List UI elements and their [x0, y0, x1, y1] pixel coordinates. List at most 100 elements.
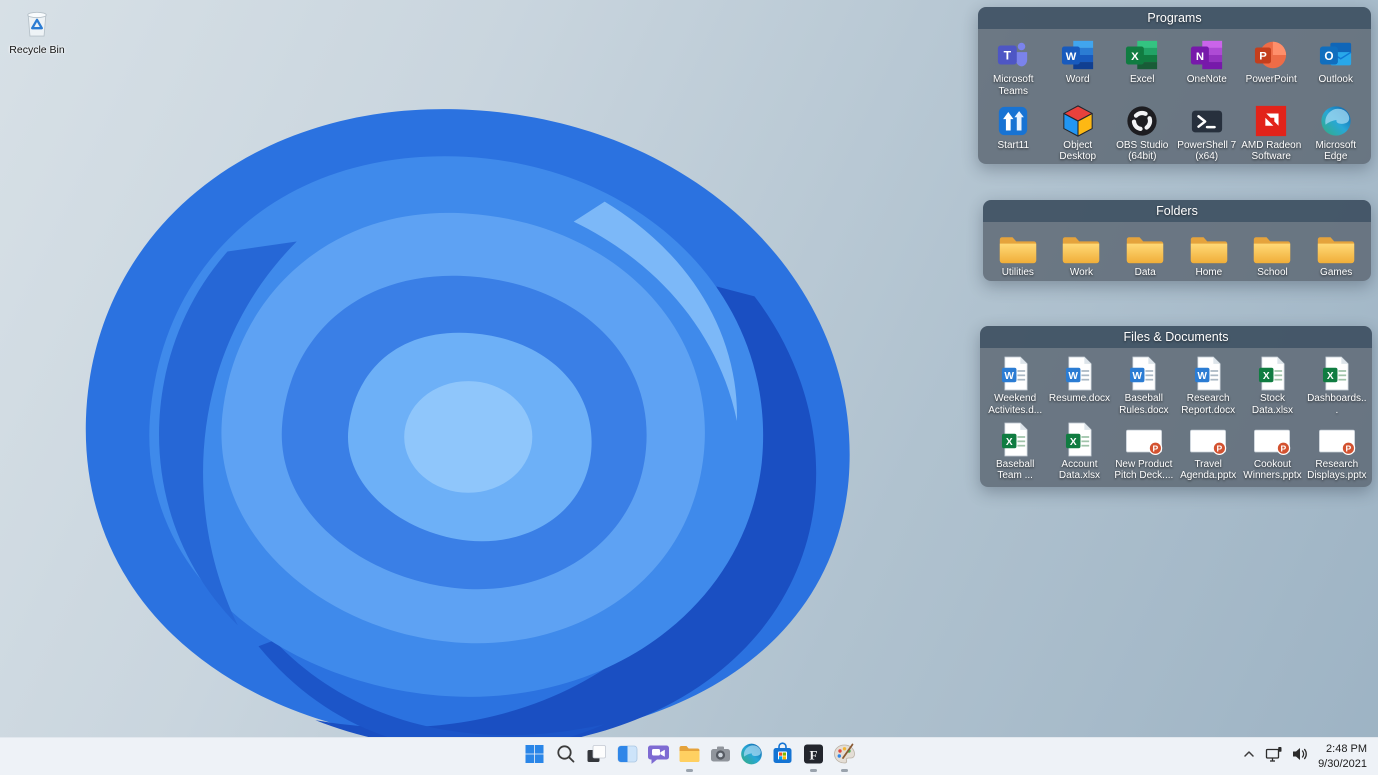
svg-text:W: W	[1004, 371, 1014, 382]
desktop-icon-school[interactable]: School	[1241, 227, 1305, 281]
icon-label: Word	[1065, 74, 1090, 85]
pptdoc-icon: P	[1189, 421, 1227, 457]
desktop-icon-account-data-xlsx[interactable]: X Account Data.xlsx	[1047, 419, 1111, 485]
system-tray: 2:48 PM 9/30/2021	[1237, 738, 1374, 775]
pptdoc-icon: P	[1253, 421, 1291, 457]
start-icon	[522, 742, 546, 771]
desktop-icon-obs-studio-64bit[interactable]: OBS Studio (64bit)	[1110, 100, 1175, 164]
fence-folders: Folders Utilities Work Data Home School Games	[983, 200, 1371, 281]
edge-icon	[739, 742, 763, 771]
desktop-icon-games[interactable]: Games	[1304, 227, 1368, 281]
fence-files-header[interactable]: Files & Documents	[980, 326, 1372, 348]
icon-label: Dashboards...	[1307, 393, 1367, 416]
desktop-icon-object-desktop[interactable]: Object Desktop	[1046, 100, 1111, 164]
icon-label: Games	[1320, 267, 1353, 278]
pptdoc-icon: P	[1125, 421, 1163, 457]
desktop-icon-work[interactable]: Work	[1050, 227, 1114, 281]
taskbar-chat-button[interactable]	[643, 740, 674, 773]
icon-label: Resume.docx	[1048, 393, 1111, 404]
taskbar-file-explorer-button[interactable]	[674, 740, 705, 773]
desktop-icon-powerpoint[interactable]: P PowerPoint	[1239, 34, 1304, 100]
objectdesktop-icon	[1061, 102, 1095, 138]
desktop-icon-microsoft-edge[interactable]: Microsoft Edge	[1304, 100, 1369, 164]
tray-time: 2:48 PM	[1326, 743, 1367, 756]
desktop-icon-cookout-winners-pptx[interactable]: P Cookout Winners.pptx	[1240, 419, 1304, 485]
fence-programs-header[interactable]: Programs	[978, 7, 1371, 29]
icon-label: OBS Studio (64bit)	[1116, 139, 1169, 163]
icon-label: Data	[1134, 267, 1156, 278]
desktop-icon-powershell-7-x64[interactable]: PowerShell 7 (x64)	[1175, 100, 1240, 164]
desktop-icon-onenote[interactable]: N OneNote	[1175, 34, 1240, 100]
desktop-icon-start11[interactable]: Start11	[981, 100, 1046, 164]
icon-label: Microsoft Teams	[992, 74, 1034, 97]
tray-clock[interactable]: 2:48 PM 9/30/2021	[1313, 742, 1374, 771]
taskbar-camera-button[interactable]	[705, 740, 736, 773]
desktop-icon-home[interactable]: Home	[1177, 227, 1241, 281]
desktop-icon-utilities[interactable]: Utilities	[986, 227, 1050, 281]
recycle-bin-label: Recycle Bin	[9, 44, 65, 56]
desktop-icon-research-displays-pptx[interactable]: P Research Displays.pptx	[1305, 419, 1369, 485]
desktop-icon-data[interactable]: Data	[1113, 227, 1177, 281]
svg-text:P: P	[1217, 443, 1223, 453]
taskbar-search-button[interactable]	[550, 740, 581, 773]
svg-text:W: W	[1197, 371, 1207, 382]
desktop-icon-microsoft-teams[interactable]: T Microsoft Teams	[981, 34, 1046, 100]
desktop-icon-outlook[interactable]: O Outlook	[1304, 34, 1369, 100]
desktop-icon-baseball-rules-docx[interactable]: W Baseball Rules.docx	[1112, 353, 1176, 419]
store-icon	[770, 742, 794, 771]
running-indicator	[809, 769, 817, 772]
running-indicator	[685, 769, 693, 772]
fence-files-title: Files & Documents	[1123, 330, 1229, 344]
folder-icon	[1189, 229, 1229, 265]
file-explorer-icon	[677, 742, 701, 771]
taskbar-task-view-button[interactable]	[581, 740, 612, 773]
svg-text:P: P	[1345, 443, 1351, 453]
desktop-icon-weekend-activites-d[interactable]: W Weekend Activites.d...	[983, 353, 1047, 419]
desktop-icon-resume-docx[interactable]: W Resume.docx	[1047, 353, 1111, 419]
fence-files-grid: W Weekend Activites.d... W Resume.docx W Base…	[980, 348, 1372, 486]
search-icon	[553, 742, 577, 771]
tray-overflow-button[interactable]	[1237, 742, 1261, 772]
taskbar-edge-button[interactable]	[736, 740, 767, 773]
icon-label: Outlook	[1318, 74, 1353, 85]
fence-folders-header[interactable]: Folders	[983, 200, 1371, 222]
icon-label: New Product Pitch Deck....	[1114, 458, 1174, 482]
recycle-bin[interactable]: Recycle Bin	[4, 6, 70, 56]
desktop-icon-excel[interactable]: X Excel	[1110, 34, 1175, 100]
icon-label: Home	[1195, 267, 1223, 278]
desktop-icon-word[interactable]: W Word	[1046, 34, 1111, 100]
desktop-icon-travel-agenda-pptx[interactable]: P Travel Agenda.pptx	[1176, 419, 1240, 485]
icon-label: Research Report.docx	[1181, 393, 1236, 416]
pptdoc-icon: P	[1318, 421, 1356, 457]
chevron-up-icon	[1241, 746, 1257, 767]
desktop-icon-dashboards[interactable]: X Dashboards...	[1305, 353, 1369, 419]
volume-icon	[1291, 746, 1309, 767]
camera-icon	[708, 742, 732, 771]
svg-text:P: P	[1152, 443, 1158, 453]
desktop-icon-amd-radeon-software[interactable]: AMD Radeon Software	[1239, 100, 1304, 164]
desktop-icon-new-product-pitch-deck[interactable]: P New Product Pitch Deck....	[1112, 419, 1176, 485]
icon-label: Work	[1069, 267, 1094, 278]
fence-folders-title: Folders	[1156, 204, 1198, 218]
fence-files: Files & Documents W Weekend Activites.d..…	[980, 326, 1372, 487]
taskbar-store-button[interactable]	[767, 740, 798, 773]
icon-label: Research Displays.pptx	[1307, 458, 1367, 482]
taskbar-start-button[interactable]	[519, 740, 550, 773]
icon-label: Excel	[1130, 74, 1155, 85]
taskbar-fences-button[interactable]: F	[798, 740, 829, 773]
exceldoc-icon: X	[1065, 421, 1094, 457]
svg-text:T: T	[1004, 49, 1012, 63]
volume-button[interactable]	[1287, 742, 1313, 772]
icon-label: Microsoft Edge	[1315, 139, 1357, 163]
icon-label: Travel Agenda.pptx	[1180, 458, 1237, 482]
desktop-icon-stock-data-xlsx[interactable]: X Stock Data.xlsx	[1240, 353, 1304, 419]
teams-icon: T	[996, 36, 1030, 72]
desktop-icon-baseball-team[interactable]: X Baseball Team ...	[983, 419, 1047, 485]
taskbar-palette-button[interactable]	[829, 740, 860, 773]
powerpoint-icon: P	[1254, 36, 1288, 72]
network-button[interactable]	[1261, 742, 1287, 772]
desktop-icon-research-report-docx[interactable]: W Research Report.docx	[1176, 353, 1240, 419]
taskbar-widgets-button[interactable]	[612, 740, 643, 773]
svg-text:W: W	[1065, 51, 1076, 63]
svg-text:P: P	[1281, 443, 1287, 453]
